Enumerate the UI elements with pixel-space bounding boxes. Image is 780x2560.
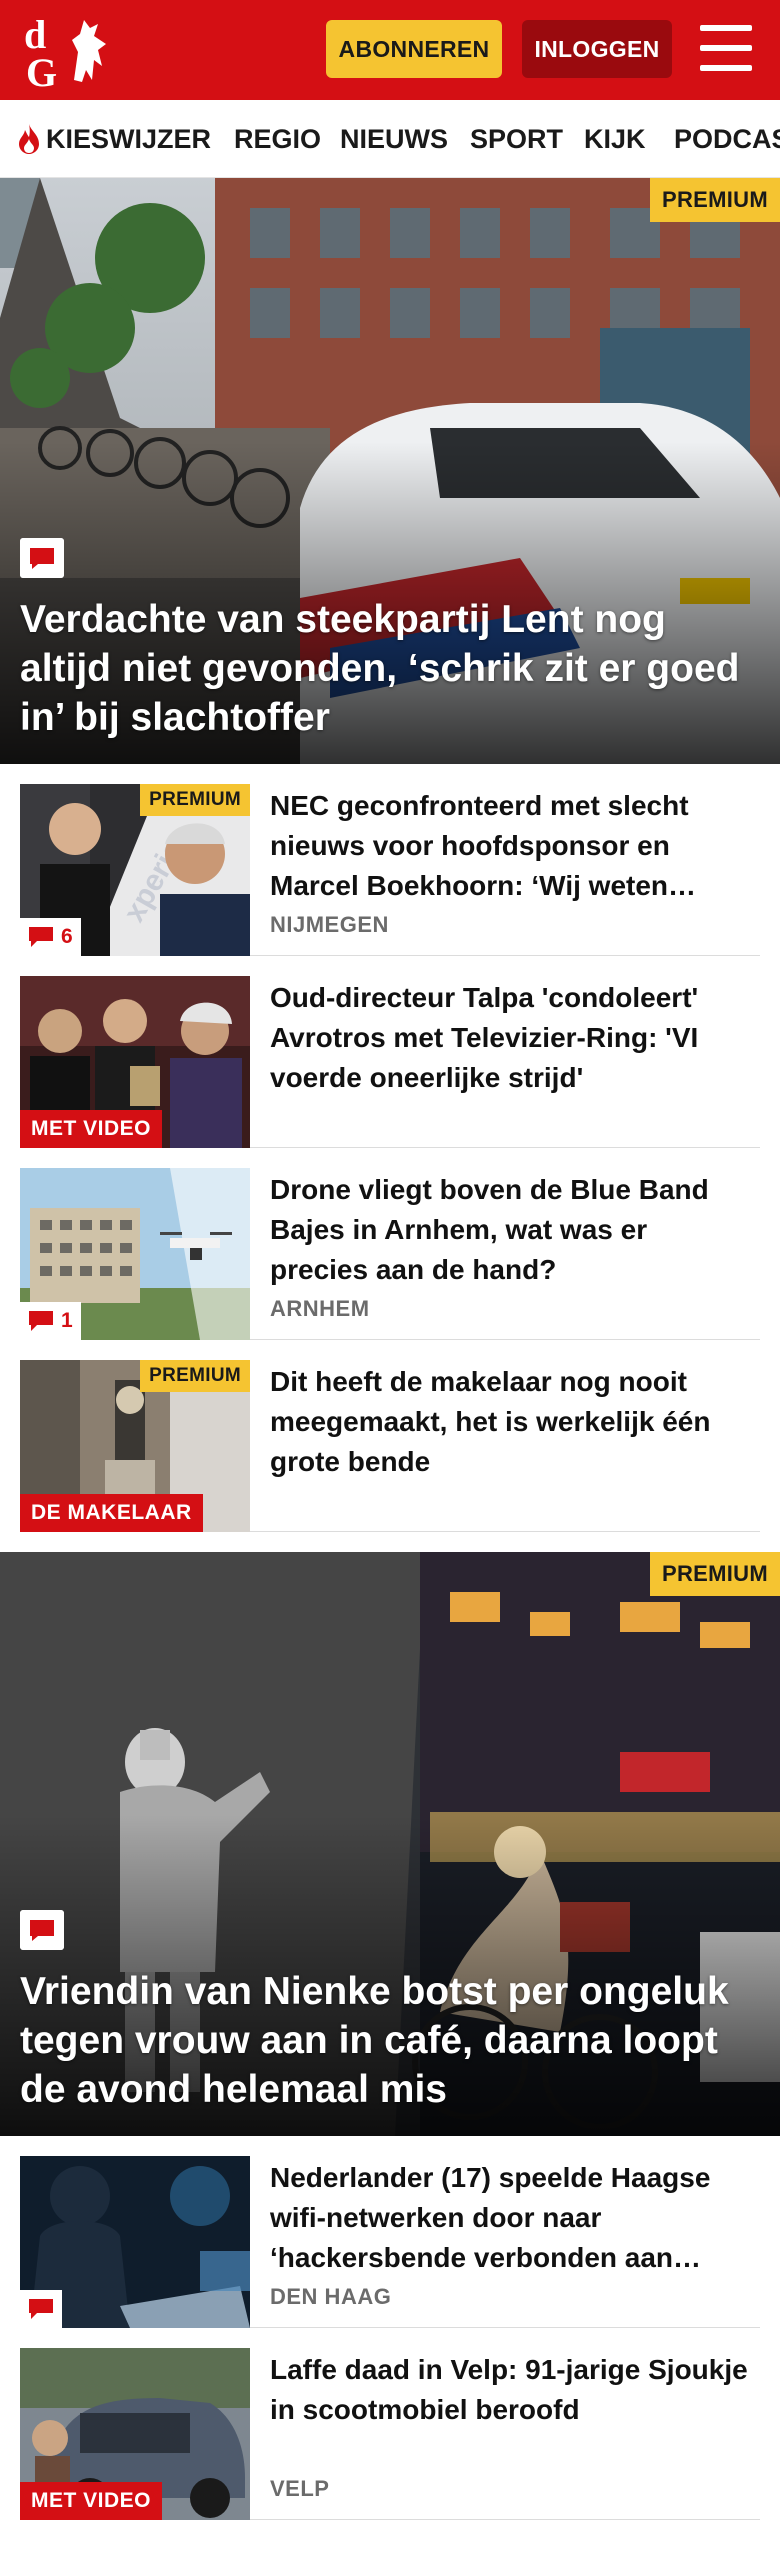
article-title[interactable]: Oud-directeur Talpa 'condoleert' Avrotro…	[270, 978, 750, 1098]
article-title[interactable]: Dit heeft de makelaar nog nooit meegemaa…	[270, 1362, 750, 1482]
hero-article-2[interactable]: PREMIUM Vriendin van Nienke botst per on…	[0, 1552, 780, 2136]
article-region-tag: VELP	[270, 2476, 330, 2501]
list-item[interactable]: MET VIDEO Laffe daad in Velp: 91-jarige …	[20, 2348, 760, 2520]
list-item[interactable]: MET VIDEO Oud-directeur Talpa 'condoleer…	[20, 976, 760, 1148]
premium-badge: PREMIUM	[650, 178, 780, 222]
section-label: DE MAKELAAR	[20, 1494, 203, 1532]
nav-item-sport[interactable]: SPORT	[470, 100, 563, 177]
nav-item-regio[interactable]: REGIO	[234, 100, 321, 177]
site-logo[interactable]: d G	[22, 10, 118, 90]
article-thumbnail: xperia PREMIUM 6	[20, 784, 250, 956]
comment-count: 1	[20, 1302, 81, 1340]
list-item[interactable]: PREMIUM DE MAKELAAR Dit heeft de makelaa…	[20, 1360, 760, 1532]
login-button[interactable]: INLOGGEN	[522, 20, 672, 78]
premium-badge: PREMIUM	[140, 784, 250, 816]
article-region-tag: DEN HAAG	[270, 2284, 392, 2309]
article-thumbnail: MET VIDEO	[20, 2348, 250, 2520]
section-nav: KIESWIJZER REGIO NIEUWS SPORT KIJK PODCA…	[0, 100, 780, 178]
hamburger-menu-icon[interactable]	[700, 25, 752, 71]
comment-icon	[20, 538, 64, 578]
video-label: MET VIDEO	[20, 1110, 163, 1148]
nav-item-kijk[interactable]: KIJK	[584, 100, 646, 177]
article-thumbnail: PREMIUM DE MAKELAAR	[20, 1360, 250, 1532]
nav-item-kieswijzer[interactable]: KIESWIJZER	[16, 100, 212, 177]
article-thumbnail: MET VIDEO	[20, 976, 250, 1148]
article-region-tag: ARNHEM	[270, 1296, 370, 1321]
flame-icon	[19, 124, 39, 154]
article-thumbnail	[20, 2156, 250, 2328]
nav-item-nieuws[interactable]: NIEUWS	[340, 100, 448, 177]
video-label: MET VIDEO	[20, 2482, 163, 2520]
hero-article-1[interactable]: PREMIUM Verdachte van steekpartij Lent n…	[0, 178, 780, 764]
svg-text:G: G	[26, 50, 57, 90]
comment-count: 6	[20, 918, 81, 956]
top-bar: d G ABONNEREN INLOGGEN	[0, 0, 780, 100]
comment-count-value: 1	[61, 1309, 73, 1332]
hero-title[interactable]: Vriendin van Nienke botst per ongeluk te…	[20, 1967, 752, 2114]
article-title[interactable]: NEC geconfronteerd met slecht nieuws voo…	[270, 786, 750, 906]
article-region-tag: NIJMEGEN	[270, 912, 389, 937]
list-item[interactable]: xperia PREMIUM 6 NEC geconfronteerd met …	[20, 784, 760, 956]
comment-icon	[29, 1311, 53, 1331]
comment-count-value: 6	[61, 925, 73, 948]
nav-item-podcast[interactable]: PODCAST	[674, 100, 780, 177]
comment-icon	[29, 927, 53, 947]
article-title[interactable]: Nederlander (17) speelde Haagse wifi-net…	[270, 2158, 750, 2278]
comment-badge	[20, 2290, 62, 2328]
list-item[interactable]: Nederlander (17) speelde Haagse wifi-net…	[20, 2156, 760, 2328]
hero-title[interactable]: Verdachte van steekpartij Lent nog altij…	[20, 595, 752, 742]
premium-badge: PREMIUM	[650, 1552, 780, 1596]
article-title[interactable]: Laffe daad in Velp: 91-jarige Sjoukje in…	[270, 2350, 750, 2430]
article-thumbnail: 1	[20, 1168, 250, 1340]
comment-icon	[29, 2299, 53, 2319]
nav-label-kieswijzer: KIESWIJZER	[46, 123, 212, 154]
comment-icon	[20, 1910, 64, 1950]
article-title[interactable]: Drone vliegt boven de Blue Band Bajes in…	[270, 1170, 750, 1290]
subscribe-button[interactable]: ABONNEREN	[326, 20, 502, 78]
list-item[interactable]: 1 Drone vliegt boven de Blue Band Bajes …	[20, 1168, 760, 1340]
premium-badge: PREMIUM	[140, 1360, 250, 1392]
